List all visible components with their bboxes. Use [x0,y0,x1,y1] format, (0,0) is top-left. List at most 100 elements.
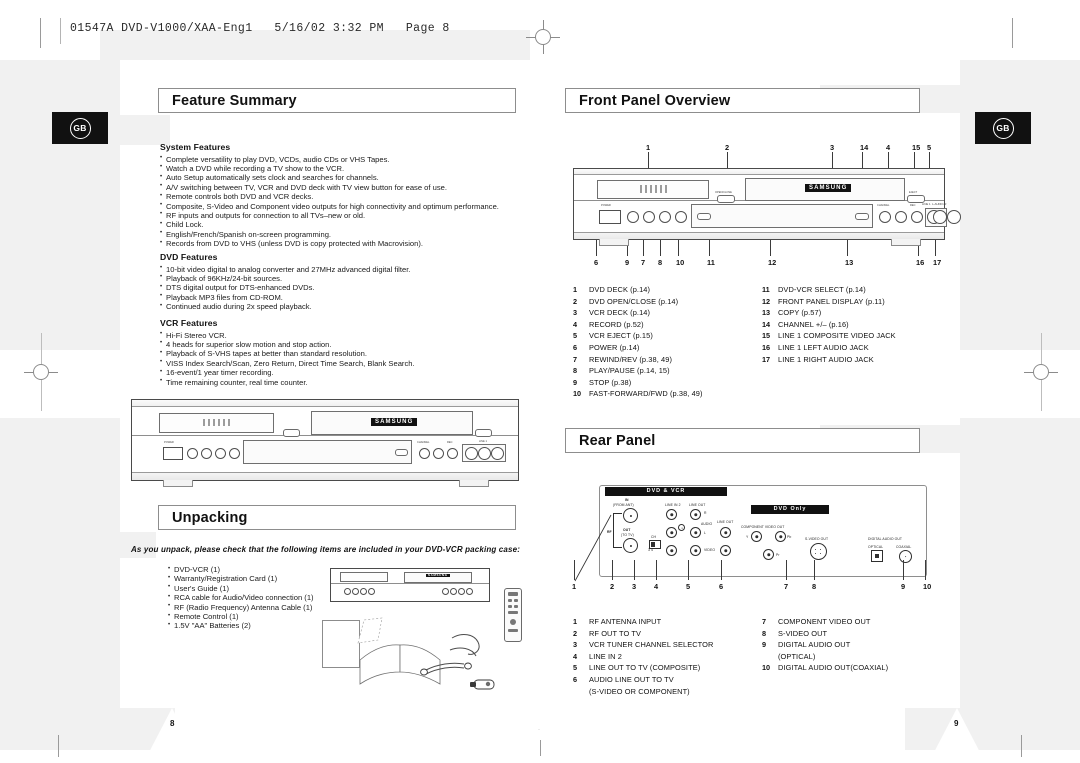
unpacking-illustration [322,588,522,698]
callout-leader-line [814,560,815,580]
legend-number: 8 [762,628,767,638]
device-foot-right [459,480,489,487]
callout-leader-line [634,560,635,580]
legend-number: 1 [573,617,578,626]
callout-number: 1 [646,143,651,152]
page-number-right: 9 [954,719,959,728]
list-item: User's Guide (1) [168,583,314,593]
language-badge-right-label: GB [992,117,1014,139]
dvd-features-heading: DVD Features [160,252,218,262]
legend-number: 7 [762,617,767,626]
legend-number: 13 [762,308,771,318]
front-power-button [599,210,621,224]
front-display-window [597,180,709,199]
legend-number: 10 [573,389,582,399]
language-badge-left-label: GB [69,117,91,139]
thumb-display [340,572,388,582]
unpacking-title: Unpacking [172,509,248,526]
legend-number: 17 [762,354,771,364]
front-record [911,211,923,223]
front-brand-logo: SAMSUNG [805,184,852,192]
callout-number: 11 [707,258,715,267]
front-panel-title-bar: Front Panel Overview [565,88,920,113]
list-item: Records from DVD to VHS (unless DVD is c… [160,239,499,249]
callout-number: 6 [719,582,724,591]
list-item: DTS digital output for DTS-enhanced DVDs… [160,283,410,293]
list-item: Complete versatility to play DVD, VCDs, … [160,154,499,164]
legend-row: 5 VCR EJECT (p.15) [573,330,703,342]
dvd-open-close-slot [283,429,300,437]
callout-number: 12 [768,258,777,267]
callout-number: 4 [654,582,659,591]
front-foot-right [891,239,921,246]
front-play-pause-button [659,211,671,223]
callout-number: 5 [927,143,932,152]
legend-number: 3 [573,308,578,318]
transport-button-1 [187,448,198,459]
unpacking-vectors [357,617,495,690]
legend-label: LINE 1 LEFT AUDIO JACK [778,342,869,352]
callout-number: 3 [830,143,835,152]
legend-number: 16 [762,342,771,352]
dvd-vcr-unpacking-thumbnail: SAMSUNG [330,568,490,602]
front-openclose-label: OPEN/CLOSE [715,191,732,194]
front-panel-legend-right: 11 DVD-VCR SELECT (p.14) 12 FRONT PANEL DIS… [762,284,896,365]
record-button [447,448,458,459]
device-foot-left [163,480,193,487]
front-panel-title: Front Panel Overview [579,92,731,109]
list-item: RCA cable for Audio/Video connection (1) [168,593,314,603]
list-item: Continued audio during 2x speed playback… [160,302,410,312]
legend-row: 10 DIGITAL AUDIO OUT(COAXIAL) [762,662,888,674]
copy-slot [395,449,408,456]
front-lower-flap [691,204,873,228]
legend-label: AUDIO LINE OUT TO TV [589,674,674,684]
front-foot-left [599,239,629,246]
front-display-segments [639,185,669,193]
list-item: RF (Radio Frequency) Antenna Cable (1) [168,602,314,612]
legend-number: 1 [573,285,578,294]
legend-number: 7 [573,354,578,364]
legend-label: FAST-FORWARD/FWD (p.38, 49) [589,389,703,399]
language-badge-right: GB [975,112,1031,144]
line1-right-audio-jack [491,447,504,460]
list-item: Time remaining counter, real time counte… [160,377,415,387]
list-item: Playback MP3 files from CD-ROM. [160,292,410,302]
dvd-vcr-front-illustration-left: SAMSUNG POWER CHANNEL REC LINE 1 [131,399,519,487]
legend-label: COMPONENT VIDEO OUT [778,617,871,626]
trim-mark-top-right [1012,18,1013,48]
legend-row: 1 RF ANTENNA INPUT [573,616,713,628]
legend-row: 3 VCR DECK (p.14) [573,307,703,319]
legend-number: 14 [762,319,771,329]
front-eject-label: EJECT [909,191,918,194]
callout-leader-line [656,560,657,580]
thumb-knob-5 [442,588,449,595]
brand-logo: SAMSUNG [371,418,418,426]
display-segments [202,418,233,427]
transport-button-2 [201,448,212,459]
legend-label: DVD-VCR SELECT (p.14) [778,285,866,294]
front-panel-display [159,413,274,433]
legend-label: STOP (p.38) [589,377,632,387]
list-item: VISS Index Search/Scan, Zero Return, Dir… [160,358,415,368]
callout-number: 2 [610,582,615,591]
thumb-knob-3 [360,588,367,595]
power-label: POWER [164,441,174,444]
front-power-label: POWER [601,204,611,207]
trim-mark-bottom-left [58,735,59,757]
legend-label: RECORD (p.52) [589,319,644,329]
rear-panel-legend-right: 7 COMPONENT VIDEO OUT 8 S-VIDEO OUT 9 DIGITAL… [762,616,888,674]
list-item: Child Lock. [160,220,499,230]
transport-button-4 [229,448,240,459]
callout-number: 9 [625,258,630,267]
legend-row: 16 LINE 1 LEFT AUDIO JACK [762,342,896,354]
callout-number: 13 [845,258,854,267]
callout-number: 5 [686,582,691,591]
legend-label: VCR TUNER CHANNEL SELECTOR [589,640,714,650]
callout-number: 16 [916,258,925,267]
vcr-features-block: VCR Features Hi-Fi Stereo VCR.4 heads fo… [160,318,415,387]
front-line1-label: LINE 1 L-AUDIO-R [922,202,947,206]
legend-row: (S-VIDEO OR COMPONENT) [573,686,713,698]
system-features-heading: System Features [160,142,231,152]
callout-number: 15 [912,143,921,152]
vcr-features-list: Hi-Fi Stereo VCR.4 heads for superior sl… [160,330,415,387]
